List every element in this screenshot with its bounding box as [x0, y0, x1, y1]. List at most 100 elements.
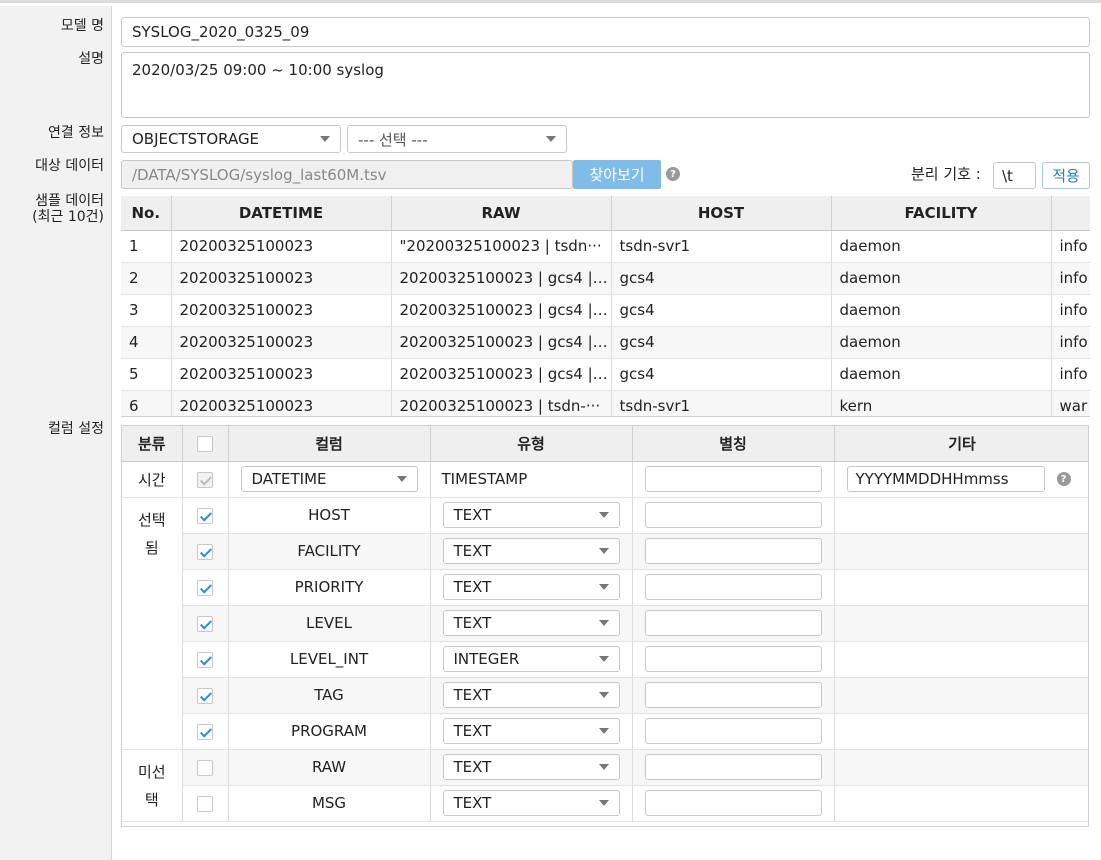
time-type: TIMESTAMP: [430, 461, 633, 498]
etc-cell: [834, 605, 1088, 642]
table-row: 6 20200325100023 20200325100023 | tsdn-·…: [121, 390, 1090, 416]
column-name: HOST: [228, 497, 431, 534]
chevron-down-icon: [598, 512, 609, 518]
table-cell: gcs4: [611, 262, 832, 295]
row-checkbox[interactable]: [197, 579, 213, 596]
row-checkbox[interactable]: [197, 759, 213, 776]
type-select[interactable]: TEXT: [442, 610, 620, 636]
alias-input[interactable]: [644, 610, 822, 636]
connection-type-select[interactable]: OBJECTSTORAGE: [121, 125, 341, 153]
sample-data-sublabel: (최근 10건): [32, 209, 104, 225]
alias-input[interactable]: [644, 646, 822, 672]
etc-cell: [834, 497, 1088, 534]
table-cell: 20200325100023 | gcs4 | ···: [391, 294, 612, 327]
alias-input[interactable]: [644, 574, 822, 600]
table-cell: tsdn-svr1: [611, 230, 832, 263]
help-icon[interactable]: ?: [1056, 472, 1071, 486]
chevron-down-icon: [598, 620, 609, 626]
type-select[interactable]: INTEGER: [442, 646, 620, 672]
description-textarea[interactable]: 2020/03/25 09:00 ~ 10:00 syslog: [121, 52, 1090, 118]
help-icon[interactable]: ?: [666, 167, 680, 181]
row-checkbox[interactable]: [197, 723, 213, 740]
type-cell: TEXT: [430, 749, 633, 786]
table-row: LEVEL TEXT: [122, 605, 1088, 642]
alias-input[interactable]: [644, 538, 822, 564]
table-cell: 20200325100023 | gcs4 | ···: [391, 358, 612, 391]
alias-input[interactable]: [644, 502, 822, 528]
chevron-down-icon: [598, 764, 609, 770]
table-cell: info: [1051, 262, 1090, 295]
alias-input[interactable]: [644, 790, 822, 816]
row-checkbox[interactable]: [197, 615, 213, 632]
time-alias-cell: [632, 461, 835, 498]
alias-cell: [632, 785, 835, 822]
check-cell: [182, 749, 229, 786]
row-checkbox[interactable]: [197, 651, 213, 668]
table-cell: 3: [121, 294, 172, 327]
type-select[interactable]: TEXT: [442, 682, 620, 708]
type-select[interactable]: TEXT: [442, 574, 620, 600]
etc-cell: [834, 713, 1088, 750]
apply-button[interactable]: 적용: [1042, 162, 1090, 189]
column-settings-table: 분류 컬럼 유형 별칭 기타 시간 DATETIME TIMESTAMP YYY…: [121, 425, 1089, 827]
alias-input[interactable]: [644, 466, 822, 492]
alias-cell: [632, 641, 835, 678]
row-checkbox[interactable]: [197, 543, 213, 560]
type-cell: TEXT: [430, 713, 633, 750]
table-cell: daemon: [831, 294, 1052, 327]
type-select[interactable]: TEXT: [442, 502, 620, 528]
table-cell: 20200325100023: [171, 390, 392, 416]
check-cell: [182, 785, 229, 822]
table-cell: 4: [121, 326, 172, 359]
type-value: TEXT: [453, 686, 492, 704]
column-settings-label: 컬럼 설정: [48, 421, 104, 437]
chevron-down-icon: [598, 728, 609, 734]
type-cell: TEXT: [430, 569, 633, 606]
model-name-label: 모델 명: [60, 18, 104, 34]
column-name: PRIORITY: [228, 569, 431, 606]
type-value: TEXT: [453, 542, 492, 560]
column-name: TAG: [228, 677, 431, 714]
check-cell: [182, 713, 229, 750]
table-row: 4 20200325100023 20200325100023 | gcs4 |…: [121, 326, 1090, 359]
type-cell: INTEGER: [430, 641, 633, 678]
delimiter-label: 분리 기호 :: [911, 165, 981, 183]
type-select[interactable]: TEXT: [442, 754, 620, 780]
connection-select[interactable]: --- 선택 ---: [347, 125, 567, 153]
column-name: LEVEL: [228, 605, 431, 642]
time-column-select[interactable]: DATETIME: [240, 466, 418, 492]
browse-button[interactable]: 찾아보기: [573, 160, 661, 189]
type-select[interactable]: TEXT: [442, 538, 620, 564]
header-alias: 별칭: [632, 426, 835, 462]
table-cell: tsdn-svr1: [611, 390, 832, 416]
alias-input[interactable]: [644, 754, 822, 780]
etc-cell: [834, 569, 1088, 606]
model-name-input[interactable]: SYSLOG_2020_0325_09: [121, 17, 1090, 47]
table-row: PROGRAM TEXT: [122, 713, 1088, 750]
table-cell: daemon: [831, 358, 1052, 391]
type-value: TEXT: [453, 722, 492, 740]
table-row: MSG TEXT: [122, 785, 1088, 822]
select-all-checkbox[interactable]: [197, 435, 213, 452]
table-cell: gcs4: [611, 326, 832, 359]
etc-cell: [834, 533, 1088, 570]
alias-input[interactable]: [644, 682, 822, 708]
header-select-all: [182, 426, 229, 462]
delimiter-input[interactable]: \t: [993, 162, 1036, 189]
time-format-input[interactable]: YYYYMMDDHHmmss: [846, 466, 1045, 492]
header-etc: 기타: [834, 426, 1088, 462]
category-unselected: 미선 택: [122, 749, 183, 822]
column-header-raw: RAW: [391, 196, 612, 231]
type-value: TEXT: [453, 506, 492, 524]
column-name: FACILITY: [228, 533, 431, 570]
type-select[interactable]: TEXT: [442, 790, 620, 816]
target-path-input: /DATA/SYSLOG/syslog_last60M.tsv: [121, 160, 573, 189]
type-select[interactable]: TEXT: [442, 718, 620, 744]
row-checkbox[interactable]: [197, 507, 213, 524]
check-cell: [182, 641, 229, 678]
sample-data-label: 샘플 데이터: [35, 193, 104, 209]
row-checkbox[interactable]: [197, 687, 213, 704]
row-checkbox[interactable]: [197, 795, 213, 812]
alias-input[interactable]: [644, 718, 822, 744]
table-cell: gcs4: [611, 294, 832, 327]
